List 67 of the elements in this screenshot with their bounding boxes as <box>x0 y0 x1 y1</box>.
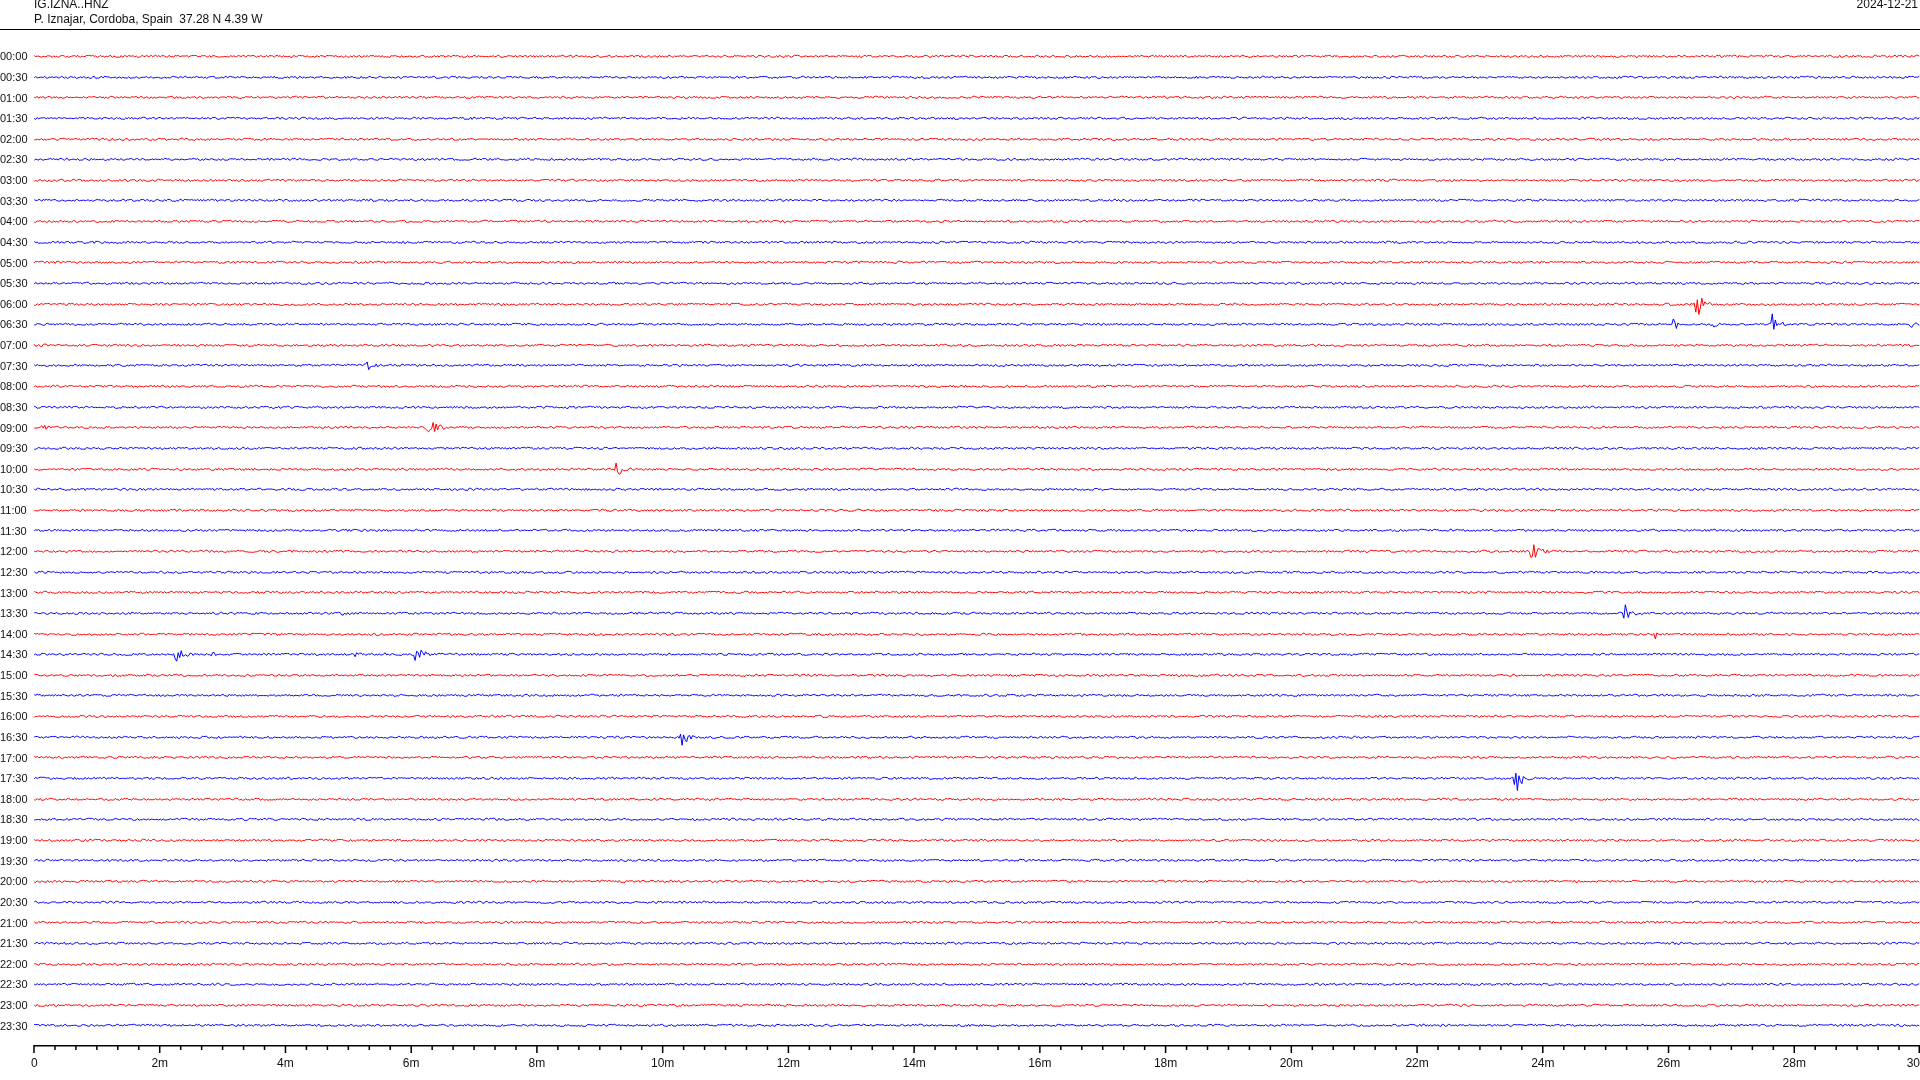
axis-label: 10m <box>651 1057 675 1070</box>
axis-label: 24m <box>1531 1057 1555 1070</box>
time-label: 00:30 <box>0 70 29 83</box>
time-label: 00:00 <box>0 50 29 63</box>
time-label: 13:00 <box>0 586 29 599</box>
time-label: 13:30 <box>0 607 29 620</box>
time-label: 22:30 <box>0 978 29 991</box>
time-label: 21:30 <box>0 937 29 950</box>
time-label: 06:00 <box>0 297 29 310</box>
time-label: 07:30 <box>0 359 29 372</box>
axis-label: 0 <box>31 1057 38 1070</box>
time-label: 06:30 <box>0 318 29 331</box>
axis-label: 20m <box>1279 1057 1303 1070</box>
date-label: 2024-12-21 <box>1856 0 1918 11</box>
time-label: 18:30 <box>0 813 29 826</box>
axis-label: 16m <box>1028 1057 1052 1070</box>
station-code: IG.IZNA..HNZ <box>34 0 110 12</box>
time-label: 17:30 <box>0 772 29 785</box>
time-label: 16:30 <box>0 730 29 743</box>
time-label: 08:30 <box>0 400 29 413</box>
time-label: 03:30 <box>0 194 29 207</box>
time-label: 11:00 <box>0 504 28 517</box>
time-label: 23:00 <box>0 999 29 1012</box>
time-label: 18:00 <box>0 792 29 805</box>
axis-label: 4m <box>277 1057 294 1070</box>
time-label: 14:00 <box>0 627 29 640</box>
axis-label: 6m <box>402 1057 420 1070</box>
time-label: 14:30 <box>0 648 29 661</box>
axis-label: 22m <box>1405 1057 1429 1070</box>
time-label: 09:30 <box>0 442 29 455</box>
time-label: 09:00 <box>0 421 29 434</box>
axis-label: 30 <box>1906 1057 1920 1070</box>
time-label: 10:00 <box>0 462 29 475</box>
time-label: 16:00 <box>0 710 29 723</box>
axis-label: 8m <box>528 1057 546 1070</box>
axis-label: 28m <box>1782 1057 1806 1070</box>
time-label: 19:00 <box>0 834 29 847</box>
time-label: 07:00 <box>0 339 29 352</box>
time-label: 15:30 <box>0 689 29 702</box>
time-label: 01:00 <box>0 91 29 104</box>
time-label: 15:00 <box>0 669 29 682</box>
time-label: 19:30 <box>0 854 29 867</box>
time-label: 20:00 <box>0 875 29 888</box>
time-label: 05:00 <box>0 256 29 269</box>
time-label: 04:00 <box>0 215 29 228</box>
axis-label: 14m <box>902 1057 926 1070</box>
time-label: 22:00 <box>0 957 29 970</box>
time-label: 05:30 <box>0 277 29 290</box>
time-label: 01:30 <box>0 112 29 125</box>
station-location: P. Iznajar, Cordoba, Spain 37.28 N 4.39 W <box>34 11 263 26</box>
time-label: 17:00 <box>0 751 29 764</box>
time-label: 03:00 <box>0 174 29 187</box>
axis-label: 2m <box>151 1057 169 1070</box>
time-label: 20:30 <box>0 895 29 908</box>
axis-label: 18m <box>1153 1057 1178 1070</box>
time-label: 12:30 <box>0 565 29 578</box>
time-label: 02:00 <box>0 132 29 145</box>
time-label: 11:30 <box>0 524 28 537</box>
time-label: 08:00 <box>0 380 29 393</box>
axis-label: 26m <box>1656 1057 1681 1070</box>
time-label: 02:30 <box>0 153 29 166</box>
time-label: 21:00 <box>0 916 29 929</box>
time-label: 12:00 <box>0 545 29 558</box>
axis-label: 12m <box>776 1057 801 1070</box>
time-label: 04:30 <box>0 235 29 248</box>
time-label: 10:30 <box>0 483 29 496</box>
time-label: 23:30 <box>0 1019 29 1032</box>
